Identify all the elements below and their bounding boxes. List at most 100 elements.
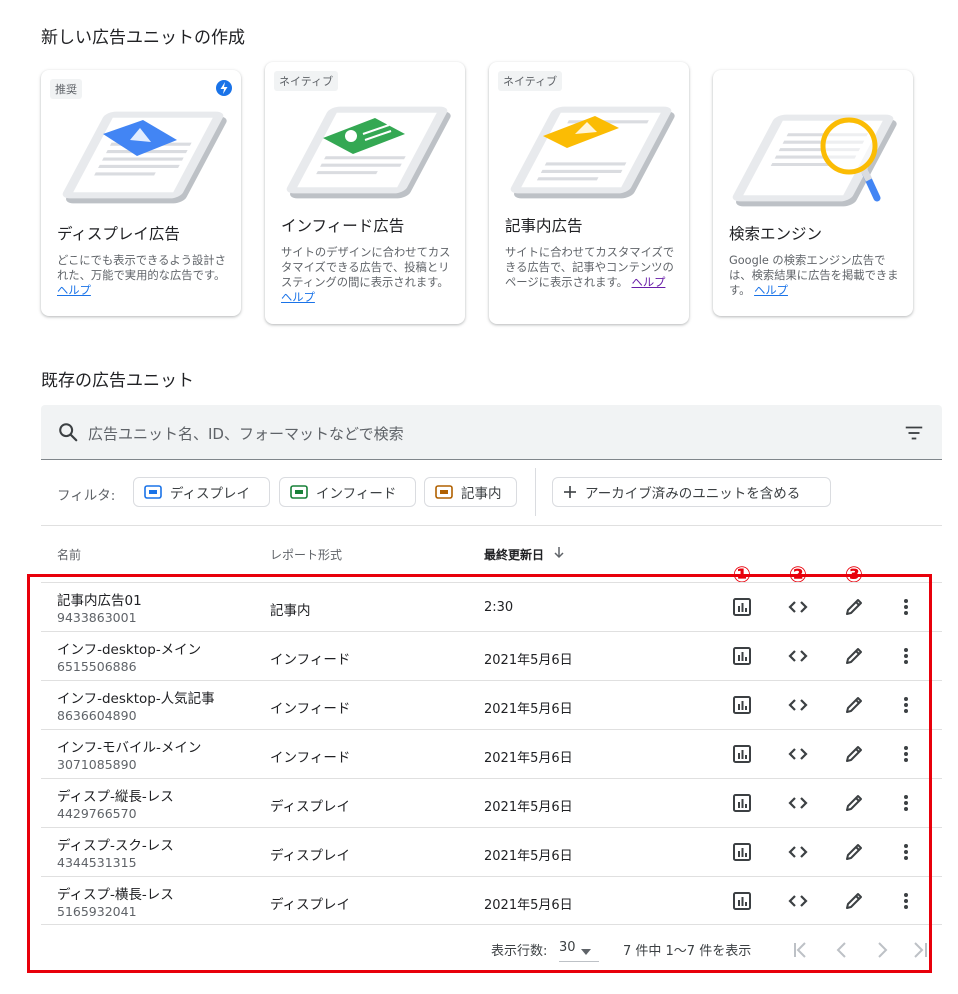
report-icon[interactable] [730, 840, 754, 864]
table-row[interactable]: インフ-desktop-メイン 6515506886 インフィード 2021年5… [41, 631, 942, 680]
card-display-ad[interactable]: 推奨 ディスプレイ広告 どこにでも表示できるよう設計された、万能で実用的な広告で… [41, 70, 241, 316]
rows-per-page-select[interactable]: 30 [559, 940, 599, 962]
chip-label: インフィード [316, 486, 397, 502]
chip-label: 記事内 [461, 486, 502, 502]
divider [41, 525, 942, 526]
search-bar[interactable]: 広告ユニット名、ID、フォーマットなどで検索 [41, 405, 942, 460]
report-icon[interactable] [730, 889, 754, 913]
code-icon[interactable] [786, 693, 810, 717]
more-vert-icon[interactable] [894, 791, 918, 815]
last-updated: 2021年5月6日 [484, 653, 573, 668]
column-header-name[interactable]: 名前 [57, 546, 81, 563]
report-icon[interactable] [730, 791, 754, 815]
card-inarticle-ad[interactable]: ネイティブ 記事内広告 サイトに合わせてカスタマイズできる広告で、記事やコンテン… [489, 62, 689, 324]
edit-icon[interactable] [842, 693, 866, 717]
column-header-report[interactable]: レポート形式 [270, 546, 342, 563]
ad-unit-name[interactable]: インフ-desktop-人気記事 [57, 687, 215, 707]
arrow-down-icon[interactable] [552, 544, 566, 563]
code-icon[interactable] [786, 644, 810, 668]
infeed-icon [290, 485, 308, 499]
card-description: サイトに合わせてカスタマイズできる広告で、記事やコンテンツのページに表示されます… [505, 246, 675, 289]
table-row[interactable]: 記事内広告01 9433863001 記事内 2:30 [41, 582, 942, 631]
report-icon[interactable] [730, 644, 754, 668]
ad-unit-name[interactable]: インフ-モバイル-メイン [57, 736, 201, 756]
edit-icon[interactable] [842, 889, 866, 913]
more-vert-icon[interactable] [894, 693, 918, 717]
column-header-updated[interactable]: 最終更新日 [484, 546, 544, 563]
ad-unit-name[interactable]: ディスプ-スク-レス [57, 834, 174, 854]
prev-page-icon[interactable] [832, 940, 852, 964]
last-page-icon[interactable] [910, 940, 932, 964]
more-vert-icon[interactable] [894, 644, 918, 668]
new-ad-unit-title: 新しい広告ユニットの作成 [41, 28, 245, 48]
report-icon[interactable] [730, 595, 754, 619]
card-title: インフィード広告 [281, 217, 405, 235]
rows-per-page-label: 表示行数: [491, 944, 548, 959]
report-type: ディスプレイ [270, 848, 351, 864]
filter-chip-inarticle[interactable]: 記事内 [424, 477, 517, 507]
card-infeed-ad[interactable]: ネイティブ インフィード広告 サイトのデザインに合わせてカスタマイズできる広告で… [265, 62, 465, 324]
edit-icon[interactable] [842, 791, 866, 815]
report-icon[interactable] [730, 693, 754, 717]
help-link[interactable]: ヘルプ [281, 291, 315, 304]
table-row[interactable]: ディスプ-横長-レス 5165932041 ディスプレイ 2021年5月6日 [41, 876, 942, 925]
ad-unit-name[interactable]: ディスプ-縦長-レス [57, 785, 174, 805]
more-vert-icon[interactable] [894, 595, 918, 619]
code-icon[interactable] [786, 889, 810, 913]
edit-icon[interactable] [842, 644, 866, 668]
include-archived-button[interactable]: アーカイブ済みのユニットを含める [552, 477, 831, 507]
last-updated: 2021年5月6日 [484, 702, 573, 717]
existing-ad-units-title: 既存の広告ユニット [41, 371, 194, 391]
ad-unit-id: 4429766570 [57, 806, 137, 821]
help-link[interactable]: ヘルプ [57, 284, 91, 297]
code-icon[interactable] [786, 742, 810, 766]
report-icon[interactable] [730, 742, 754, 766]
ad-unit-id: 3071085890 [57, 757, 137, 772]
report-type: インフィード [270, 750, 351, 766]
ad-unit-name[interactable]: インフ-desktop-メイン [57, 638, 201, 658]
ad-unit-id: 5165932041 [57, 904, 137, 919]
last-updated: 2021年5月6日 [484, 898, 573, 913]
ad-unit-name[interactable]: 記事内広告01 [57, 589, 142, 609]
more-vert-icon[interactable] [894, 889, 918, 913]
code-icon[interactable] [786, 840, 810, 864]
more-vert-icon[interactable] [894, 840, 918, 864]
report-type: インフィード [270, 701, 351, 717]
filter-label: フィルタ: [57, 488, 116, 504]
last-updated: 2021年5月6日 [484, 751, 573, 766]
search-engine-illustration [727, 100, 902, 214]
filter-list-icon[interactable] [903, 422, 925, 448]
infeed-ad-illustration [279, 92, 454, 206]
plus-icon [564, 486, 576, 498]
help-link[interactable]: ヘルプ [632, 276, 666, 289]
card-title: 記事内広告 [505, 217, 583, 235]
table-row[interactable]: ディスプ-スク-レス 4344531315 ディスプレイ 2021年5月6日 [41, 827, 942, 876]
pagination-range: 7 件中 1〜7 件を表示 [623, 944, 752, 959]
table-row[interactable]: インフ-モバイル-メイン 3071085890 インフィード 2021年5月6日 [41, 729, 942, 778]
badge-native: ネイティブ [498, 71, 563, 91]
ad-unit-id: 9433863001 [57, 610, 137, 625]
archive-label: アーカイブ済みのユニットを含める [585, 486, 801, 502]
badge-native: ネイティブ [274, 71, 339, 91]
last-updated: 2021年5月6日 [484, 800, 573, 815]
edit-icon[interactable] [842, 840, 866, 864]
edit-icon[interactable] [842, 742, 866, 766]
more-vert-icon[interactable] [894, 742, 918, 766]
card-description: どこにでも表示できるよう設計された、万能で実用的な広告です。 ヘルプ [57, 254, 226, 297]
first-page-icon[interactable] [790, 940, 812, 964]
search-input[interactable]: 広告ユニット名、ID、フォーマットなどで検索 [88, 423, 404, 444]
help-link[interactable]: ヘルプ [754, 284, 788, 297]
next-page-icon[interactable] [872, 940, 892, 964]
ad-unit-name[interactable]: ディスプ-横長-レス [57, 883, 174, 903]
card-search-engine[interactable]: 検索エンジン Google の検索エンジン広告では、検索結果に広告を掲載できます… [713, 70, 913, 316]
chip-label: ディスプレイ [170, 486, 251, 502]
code-icon[interactable] [786, 595, 810, 619]
inarticle-ad-illustration [503, 92, 678, 206]
edit-icon[interactable] [842, 595, 866, 619]
code-icon[interactable] [786, 791, 810, 815]
table-row[interactable]: ディスプ-縦長-レス 4429766570 ディスプレイ 2021年5月6日 [41, 778, 942, 827]
filter-chip-infeed[interactable]: インフィード [279, 477, 416, 507]
card-title: 検索エンジン [729, 225, 823, 243]
table-row[interactable]: インフ-desktop-人気記事 8636604890 インフィード 2021年… [41, 680, 942, 729]
filter-chip-display[interactable]: ディスプレイ [133, 477, 270, 507]
